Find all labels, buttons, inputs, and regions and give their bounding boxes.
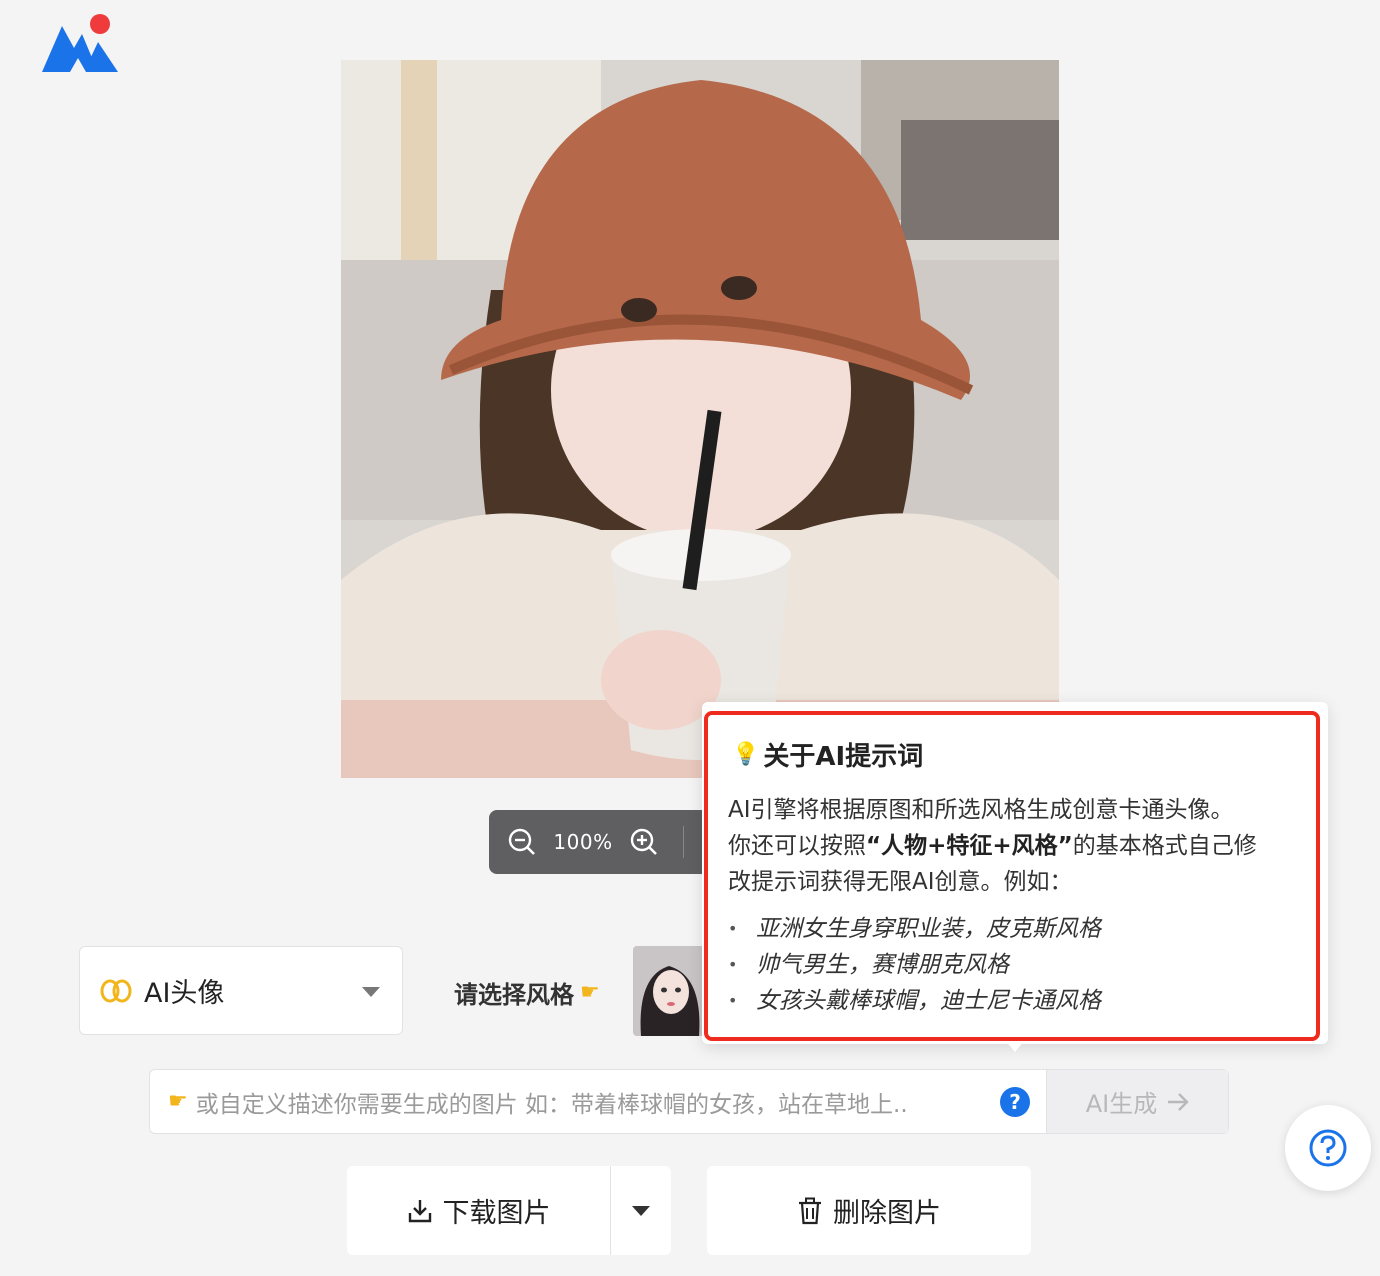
popover-line-2: 你还可以按照“人物+特征+风格”的基本格式自己修: [728, 828, 1298, 864]
arrow-right-icon: [1168, 1092, 1189, 1111]
download-button-group: 下载图片: [347, 1166, 671, 1255]
delete-button[interactable]: 删除图片: [707, 1166, 1031, 1255]
ai-generate-label: AI生成: [1085, 1090, 1158, 1118]
download-label: 下载图片: [442, 1198, 551, 1229]
popover-line-2-suffix: 的基本格式自己修: [1072, 833, 1257, 859]
popover-body: AI引擎将根据原图和所选风格生成创意卡通头像。 你还可以按照“人物+特征+风格”…: [728, 792, 1298, 900]
pointing-hand-icon: ☛: [580, 980, 600, 1005]
trash-icon: [799, 1197, 821, 1224]
popover-line-3: 改提示词获得无限AI创意。例如：: [728, 869, 1073, 895]
popover-example: 女孩头戴棒球帽，迪士尼卡通风格: [728, 983, 1101, 1019]
popover-example: 亚洲女生身穿职业装，皮克斯风格: [728, 911, 1101, 947]
pointing-hand-icon: ☛: [168, 1089, 188, 1114]
floating-help-button[interactable]: [1285, 1105, 1371, 1191]
style-prompt: 请选择风格 ☛: [454, 975, 600, 1010]
zoom-divider: [683, 826, 684, 858]
prompt-placeholder: 或自定义描述你需要生成的图片 如：带着棒球帽的女孩，站在草地上..: [195, 1091, 908, 1118]
chevron-down-icon: [632, 1205, 650, 1216]
zoom-in-icon: [630, 828, 657, 855]
zoom-level: 100%: [553, 830, 613, 854]
popover-line-2-emphasis: “人物+特征+风格”: [866, 833, 1073, 859]
popover-title: 💡 关于AI提示词: [732, 736, 923, 773]
download-icon: [408, 1199, 431, 1222]
popover-line-1: AI引擎将根据原图和所选风格生成创意卡通头像。: [728, 797, 1234, 823]
zoom-toolbar: 100%: [489, 810, 719, 874]
download-options-button[interactable]: [611, 1166, 671, 1255]
chevron-down-icon: [362, 987, 380, 997]
prompt-bar: ☛ 或自定义描述你需要生成的图片 如：带着棒球帽的女孩，站在草地上.. ? AI…: [149, 1069, 1229, 1134]
popover-example: 帅气男生，赛博朋克风格: [728, 947, 1101, 983]
style-prompt-label: 请选择风格: [454, 981, 574, 1009]
logo-icon[interactable]: [40, 12, 122, 74]
popover-title-text: 关于AI提示词: [763, 742, 924, 772]
popover-examples: 亚洲女生身穿职业装，皮克斯风格 帅气男生，赛博朋克风格 女孩头戴棒球帽，迪士尼卡…: [728, 911, 1101, 1019]
ai-generate-button[interactable]: AI生成: [1046, 1070, 1228, 1133]
mode-select[interactable]: AI头像: [79, 946, 403, 1035]
lightbulb-icon: 💡: [732, 742, 760, 767]
delete-label: 删除图片: [833, 1198, 941, 1229]
style-thumbnail[interactable]: [633, 946, 705, 1036]
popover-arrow: [1005, 1040, 1025, 1052]
mode-select-label: AI头像: [144, 978, 225, 1009]
uploaded-photo: [341, 60, 1059, 778]
zoom-out-button[interactable]: [507, 827, 537, 857]
question-icon: [1309, 1129, 1347, 1167]
prompt-input[interactable]: ☛ 或自定义描述你需要生成的图片 如：带着棒球帽的女孩，站在草地上..: [168, 1070, 1008, 1133]
prompt-help-button[interactable]: ?: [1000, 1087, 1030, 1117]
download-button[interactable]: 下载图片: [347, 1166, 611, 1255]
zoom-out-icon: [508, 828, 535, 855]
zoom-in-button[interactable]: [629, 827, 659, 857]
ai-avatar-icon: [100, 979, 132, 1002]
popover-line-2-prefix: 你还可以按照: [728, 833, 866, 859]
